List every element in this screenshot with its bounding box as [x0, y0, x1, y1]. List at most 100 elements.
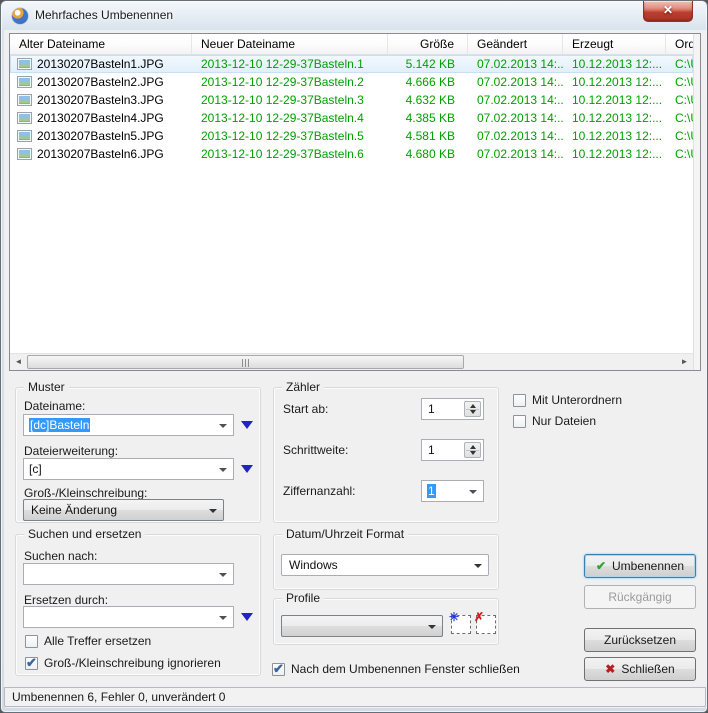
dateierweiterung-combo[interactable]: [c] — [23, 458, 234, 480]
table-cell: C:\U — [675, 129, 693, 143]
column-header[interactable]: Erzeugt — [563, 34, 666, 54]
table-cell: 5.142 KB — [405, 57, 455, 71]
profile-combo[interactable] — [281, 615, 443, 637]
ersetzen-durch-combo[interactable] — [23, 606, 234, 628]
umbenennen-button[interactable]: ✔ Umbenennen — [584, 554, 696, 578]
umbenennen-label: Umbenennen — [612, 559, 685, 573]
datum-format-combo[interactable]: Windows — [281, 554, 489, 576]
rueckgaengig-label: Rückgängig — [608, 590, 672, 604]
spinner-arrows-icon[interactable] — [464, 401, 481, 417]
gross-klein-value: Keine Änderung — [31, 503, 118, 517]
gross-klein-dropdown[interactable]: Keine Änderung — [23, 499, 224, 521]
table-cell: 4.385 KB — [405, 111, 455, 125]
schrittweite-value: 1 — [428, 443, 435, 457]
dateierweiterung-value: [c] — [29, 462, 42, 476]
zuruecksetzen-button[interactable]: Zurücksetzen — [584, 628, 696, 652]
dateiname-value: [dc]Basteln — [29, 418, 91, 432]
datum-format-value: Windows — [289, 558, 338, 572]
checkbox-box-checked — [25, 655, 38, 671]
file-list[interactable]: Alter Dateiname Neuer Dateiname Größe Geänd… — [9, 33, 701, 371]
close-icon[interactable]: ✕ — [643, 1, 693, 22]
table-cell: 20130207Basteln1.JPG — [10, 55, 192, 73]
checkbox-alle-treffer[interactable]: Alle Treffer ersetzen — [25, 634, 151, 648]
start-ab-label: Start ab: — [283, 402, 329, 416]
table-cell: C:\U — [675, 93, 693, 107]
profile-delete-button[interactable]: ✗ — [474, 610, 496, 634]
ziffernanzahl-value: 1 — [427, 484, 436, 498]
ersetzen-placeholder-menu-icon[interactable] — [241, 613, 253, 621]
column-header[interactable]: Ord — [666, 34, 693, 54]
table-row[interactable]: 20130207Basteln1.JPG 2013-12-10 12-29-37B… — [10, 55, 693, 73]
image-file-icon — [17, 58, 32, 70]
table-row[interactable]: 20130207Basteln5.JPG 2013-12-10 12-29-37B… — [10, 127, 693, 145]
vertical-scrollbar[interactable] — [693, 34, 700, 370]
spinner-arrows-icon[interactable] — [464, 442, 481, 458]
checkbox-label: Groß-/Kleinschreibung ignorieren — [44, 656, 221, 670]
checkbox-fenster-schliessen[interactable]: Nach dem Umbenennen Fenster schließen — [272, 661, 520, 677]
checkbox-label: Nur Dateien — [532, 414, 597, 428]
column-header[interactable]: Geändert — [468, 34, 563, 54]
start-ab-value: 1 — [428, 402, 435, 416]
gross-klein-label: Groß-/Kleinschreibung: — [24, 486, 148, 500]
red-x-icon: ✖ — [605, 662, 616, 676]
chevron-down-icon[interactable] — [219, 573, 227, 577]
suchen-nach-combo[interactable] — [23, 563, 234, 585]
chevron-down-icon[interactable] — [219, 616, 227, 620]
group-profile-title: Profile — [282, 591, 325, 605]
suchen-nach-label: Suchen nach: — [24, 549, 98, 563]
chevron-down-icon[interactable] — [219, 424, 227, 428]
titlebar[interactable]: Mehrfaches Umbenennen ✕ — [1, 1, 707, 31]
checkbox-gross-klein-ignorieren[interactable]: Groß-/Kleinschreibung ignorieren — [25, 655, 221, 671]
chevron-down-icon[interactable] — [474, 564, 482, 568]
zuruecksetzen-label: Zurücksetzen — [603, 633, 677, 647]
chevron-down-icon[interactable] — [428, 625, 436, 629]
table-cell: 4.680 KB — [405, 147, 455, 161]
table-cell: 20130207Basteln6.JPG — [10, 145, 192, 163]
checkbox-nur-dateien[interactable]: Nur Dateien — [513, 414, 596, 428]
dateiname-combo[interactable]: [dc]Basteln — [23, 414, 234, 436]
table-cell: 20130207Basteln2.JPG — [10, 73, 192, 91]
table-cell: 10.12.2013 12:... — [572, 147, 663, 161]
dateiname-placeholder-menu-icon[interactable] — [241, 421, 253, 429]
table-cell: 10.12.2013 12:... — [572, 57, 663, 71]
table-cell: 07.02.2013 14:... — [477, 111, 563, 125]
window-title: Mehrfaches Umbenennen — [35, 8, 174, 22]
scrollbar-thumb[interactable] — [27, 355, 464, 369]
profile-new-button[interactable]: ✳ — [449, 610, 471, 634]
schliessen-button[interactable]: ✖ Schließen — [584, 657, 696, 681]
scroll-right-arrow-icon[interactable]: ► — [676, 354, 693, 370]
horizontal-scrollbar[interactable]: ◄ ► — [10, 353, 693, 370]
rueckgaengig-button[interactable]: Rückgängig — [584, 585, 696, 609]
checkbox-mit-unterordnern[interactable]: Mit Unterordnern — [513, 393, 622, 407]
table-header: Alter Dateiname Neuer Dateiname Größe Geänd… — [10, 34, 693, 55]
column-header[interactable]: Größe — [388, 34, 468, 54]
new-profile-star-icon: ✳ — [449, 610, 460, 624]
checkbox-box — [513, 414, 526, 428]
scrollbar-grip — [241, 359, 250, 367]
dateierweiterung-placeholder-menu-icon[interactable] — [241, 465, 253, 473]
column-header[interactable]: Neuer Dateiname — [192, 34, 388, 54]
checkbox-label: Mit Unterordnern — [532, 393, 623, 407]
table-row[interactable]: 20130207Basteln6.JPG 2013-12-10 12-29-37B… — [10, 145, 693, 163]
start-ab-spinner[interactable]: 1 — [421, 398, 484, 420]
table-row[interactable]: 20130207Basteln2.JPG 2013-12-10 12-29-37B… — [10, 73, 693, 91]
scroll-left-arrow-icon[interactable]: ◄ — [10, 354, 27, 370]
table-cell: 10.12.2013 12:... — [572, 129, 663, 143]
group-datum-title: Datum/Uhrzeit Format — [282, 527, 409, 541]
table-row[interactable]: 20130207Basteln3.JPG 2013-12-10 12-29-37B… — [10, 91, 693, 109]
table-row[interactable]: 20130207Basteln4.JPG 2013-12-10 12-29-37B… — [10, 109, 693, 127]
dateiname-label: Dateiname: — [24, 399, 86, 413]
table-cell: 20130207Basteln3.JPG — [10, 91, 192, 109]
column-header[interactable]: Alter Dateiname — [10, 34, 192, 54]
chevron-down-icon[interactable] — [219, 468, 227, 472]
green-check-icon: ✔ — [595, 559, 606, 573]
chevron-down-icon[interactable] — [469, 490, 477, 494]
table-cell: 20130207Basteln4.JPG — [10, 109, 192, 127]
table-cell: 20130207Basteln5.JPG — [10, 127, 192, 145]
table-cell: 07.02.2013 14:... — [477, 129, 563, 143]
table-cell: 2013-12-10 12-29-37Basteln.5 — [201, 129, 364, 143]
schrittweite-spinner[interactable]: 1 — [421, 439, 484, 461]
ziffernanzahl-combo[interactable]: 1 — [421, 480, 484, 502]
table-body: 20130207Basteln1.JPG 2013-12-10 12-29-37B… — [10, 55, 693, 353]
group-suchen-title: Suchen und ersetzen — [24, 527, 146, 541]
